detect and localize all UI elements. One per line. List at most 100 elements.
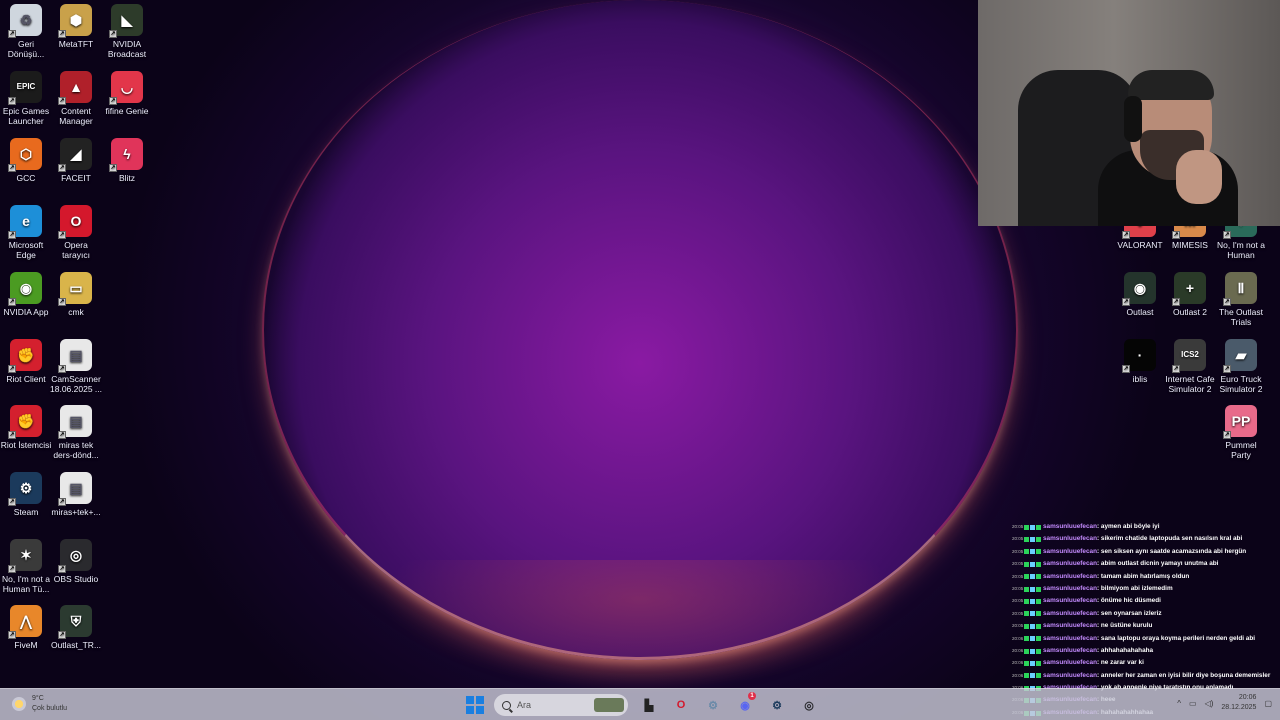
desktop-icon[interactable]: ▲ ↗ Content Manager bbox=[50, 67, 102, 126]
badge-icon bbox=[1036, 636, 1041, 642]
chat-message: 20:05 samsunluuefecan: sen siksen aynı sa… bbox=[1012, 546, 1280, 558]
desktop-icon[interactable]: ◉ ↗ Outlast bbox=[1114, 268, 1166, 317]
opera-taskbar-icon[interactable]: O bbox=[670, 694, 692, 716]
obs-taskbar-icon[interactable]: ◎ bbox=[798, 694, 820, 716]
desktop-icon[interactable]: ⚙ ↗ Steam bbox=[0, 468, 52, 517]
desktop-icon[interactable]: EPIC ↗ Epic Games Launcher bbox=[0, 67, 52, 126]
desktop-icon[interactable]: ⛨ ↗ Outlast_TR... bbox=[50, 601, 102, 650]
desktop-icon[interactable]: Ⅱ ↗ The Outlast Trials bbox=[1215, 268, 1267, 327]
desktop-icon[interactable]: O ↗ Opera tarayıcı bbox=[50, 201, 102, 260]
chat-text: : anneler her zaman en iyisi bilir diye … bbox=[1096, 671, 1271, 679]
desktop-icon-label: Internet Cafe Simulator 2 bbox=[1165, 374, 1215, 394]
shortcut-arrow-icon: ↗ bbox=[109, 97, 117, 105]
desktop-icon-label: Geri Dönüşü... bbox=[7, 39, 45, 59]
desktop-icon-label: miras+tek+... bbox=[51, 507, 101, 517]
network-icon[interactable]: ▭ bbox=[1189, 699, 1197, 708]
chat-message: 20:05 samsunluuefecan: önüme hic düsmedi bbox=[1012, 595, 1280, 607]
desktop-icon[interactable]: ◉ ↗ NVIDIA App bbox=[0, 268, 52, 317]
faceit-icon: ◢ ↗ bbox=[58, 138, 92, 172]
chat-timestamp: 20:05 bbox=[1012, 524, 1024, 529]
desktop-icon-label: Riot İstemcisi bbox=[0, 440, 52, 450]
chat-text: : ahhahahahahaha bbox=[1096, 646, 1154, 654]
chat-message: 20:05 samsunluuefecan: sikerim chatide la… bbox=[1012, 533, 1280, 545]
shortcut-arrow-icon: ↗ bbox=[1223, 365, 1231, 373]
steam-taskbar-icon[interactable]: ⚙ bbox=[766, 694, 788, 716]
desktop-icon[interactable]: ▤ ↗ miras+tek+... bbox=[50, 468, 102, 517]
chat-username: samsunluuefecan bbox=[1043, 646, 1097, 654]
chat-username: samsunluuefecan bbox=[1043, 659, 1097, 667]
weather-widget[interactable]: 9°C Çok bulutlu bbox=[12, 694, 67, 714]
desktop-icon-label: No, I'm not a Human bbox=[1217, 240, 1265, 260]
desktop-icon[interactable]: ✊ ↗ Riot Client bbox=[0, 335, 52, 384]
chat-text: : sana laptopu oraya koyma perileri nerd… bbox=[1096, 634, 1256, 642]
discord-taskbar-icon[interactable]: ◉ 1 bbox=[734, 692, 756, 716]
desktop-icon[interactable]: ✶ ↗ No, I'm not a Human Tü... bbox=[0, 535, 52, 594]
weather-desc: Çok bulutlu bbox=[32, 705, 68, 712]
badge-icon bbox=[1030, 574, 1035, 580]
chevron-up-icon[interactable]: ^ bbox=[1177, 699, 1181, 708]
badge-icon bbox=[1024, 611, 1029, 617]
desktop-icon[interactable]: ▰ ↗ Euro Truck Simulator 2 bbox=[1215, 335, 1267, 394]
desktop-icon[interactable]: ◢ ↗ FACEIT bbox=[50, 134, 102, 183]
chat-text: : aymen abi böyle iyi bbox=[1096, 523, 1160, 530]
badge-icon bbox=[1036, 673, 1041, 679]
desktop-icon[interactable]: ⬢ ↗ MetaTFT bbox=[50, 0, 102, 49]
desktop-icon[interactable]: ▤ ↗ CamScanner 18.06.2025 ... bbox=[50, 335, 102, 394]
clock[interactable]: 20:06 28.12.2025 bbox=[1221, 693, 1256, 713]
desktop-icon[interactable]: ϟ ↗ Blitz bbox=[101, 134, 153, 183]
badge-icon bbox=[1024, 549, 1029, 555]
shortcut-arrow-icon: ↗ bbox=[1223, 231, 1231, 239]
badge-icon bbox=[1036, 586, 1041, 592]
desktop-icon[interactable]: + ↗ Outlast 2 bbox=[1164, 268, 1216, 317]
desktop-icon[interactable]: e ↗ Microsoft Edge bbox=[0, 201, 52, 260]
chat-badges bbox=[1024, 673, 1041, 679]
start-button[interactable] bbox=[466, 696, 484, 714]
taskbar-apps: Ara ▙ O ⚙ ◉ 1 ⚙ ◎ bbox=[466, 692, 820, 717]
desktop-icon[interactable]: ⋀ ↗ FiveM bbox=[0, 601, 52, 650]
chat-text: : ne üstüne kurulu bbox=[1096, 622, 1153, 630]
desktop-icon[interactable]: ⬡ ↗ GCC bbox=[0, 134, 52, 183]
outlast-2-icon: + ↗ bbox=[1172, 272, 1206, 306]
volume-icon[interactable]: ◁) bbox=[1205, 699, 1214, 708]
settings-taskbar-icon[interactable]: ⚙ bbox=[702, 694, 724, 716]
chat-timestamp: 20:05 bbox=[1012, 561, 1024, 567]
webcam-overlay bbox=[978, 0, 1280, 226]
desktop-icon[interactable]: ▭ ↗ cmk bbox=[50, 268, 102, 317]
desktop-icon[interactable]: PP ↗ Pummel Party bbox=[1215, 401, 1267, 460]
desktop-icon-label: MetaTFT bbox=[58, 39, 94, 49]
desktop-icon[interactable]: ▤ ↗ miras tek ders-dönd... bbox=[50, 401, 102, 460]
desktop-icon-label: Outlast bbox=[1126, 307, 1154, 317]
badge-icon bbox=[1024, 636, 1029, 642]
blitz-icon: ϟ ↗ bbox=[109, 138, 143, 172]
desktop-icon[interactable]: ✊ ↗ Riot İstemcisi bbox=[0, 401, 52, 450]
badge-icon bbox=[1030, 648, 1035, 654]
search-icon bbox=[502, 700, 511, 710]
desktop-icon[interactable]: ◎ ↗ OBS Studio bbox=[50, 535, 102, 584]
opera-icon: O ↗ bbox=[58, 205, 92, 239]
desktop-icon[interactable]: ♻ ↗ Geri Dönüşü... bbox=[0, 0, 52, 59]
badge-icon bbox=[1036, 623, 1041, 629]
desktop-icon-label: GCC bbox=[16, 173, 36, 183]
shortcut-arrow-icon: ↗ bbox=[8, 97, 16, 105]
shortcut-arrow-icon: ↗ bbox=[8, 30, 16, 38]
shortcut-arrow-icon: ↗ bbox=[1122, 231, 1130, 239]
badge-icon bbox=[1036, 537, 1041, 543]
file-explorer-icon[interactable]: ▙ bbox=[638, 694, 660, 716]
chat-text: : abim outlast dicnin yamayı unutma abi bbox=[1096, 560, 1219, 568]
shortcut-arrow-icon: ↗ bbox=[58, 365, 66, 373]
shortcut-arrow-icon: ↗ bbox=[58, 631, 66, 639]
notifications-icon[interactable]: ▢ bbox=[1264, 699, 1272, 708]
search-box[interactable]: Ara bbox=[494, 694, 628, 716]
badge-icon bbox=[1036, 599, 1041, 605]
desktop-icon[interactable]: ◡ ↗ fifine Genie bbox=[101, 67, 153, 116]
shortcut-arrow-icon: ↗ bbox=[8, 164, 16, 172]
shortcut-arrow-icon: ↗ bbox=[58, 231, 66, 239]
chat-username: samsunluuefecan bbox=[1043, 622, 1097, 630]
chat-badges bbox=[1024, 524, 1041, 530]
desktop-icon[interactable]: ICS2 ↗ Internet Cafe Simulator 2 bbox=[1164, 335, 1216, 394]
desktop-icon[interactable]: · ↗ iblis bbox=[1114, 335, 1166, 384]
desktop-icon[interactable]: ◣ ↗ NVIDIA Broadcast bbox=[101, 0, 153, 59]
metatft-icon: ⬢ ↗ bbox=[58, 4, 92, 38]
badge-icon bbox=[1024, 524, 1029, 530]
search-placeholder: Ara bbox=[517, 700, 532, 710]
